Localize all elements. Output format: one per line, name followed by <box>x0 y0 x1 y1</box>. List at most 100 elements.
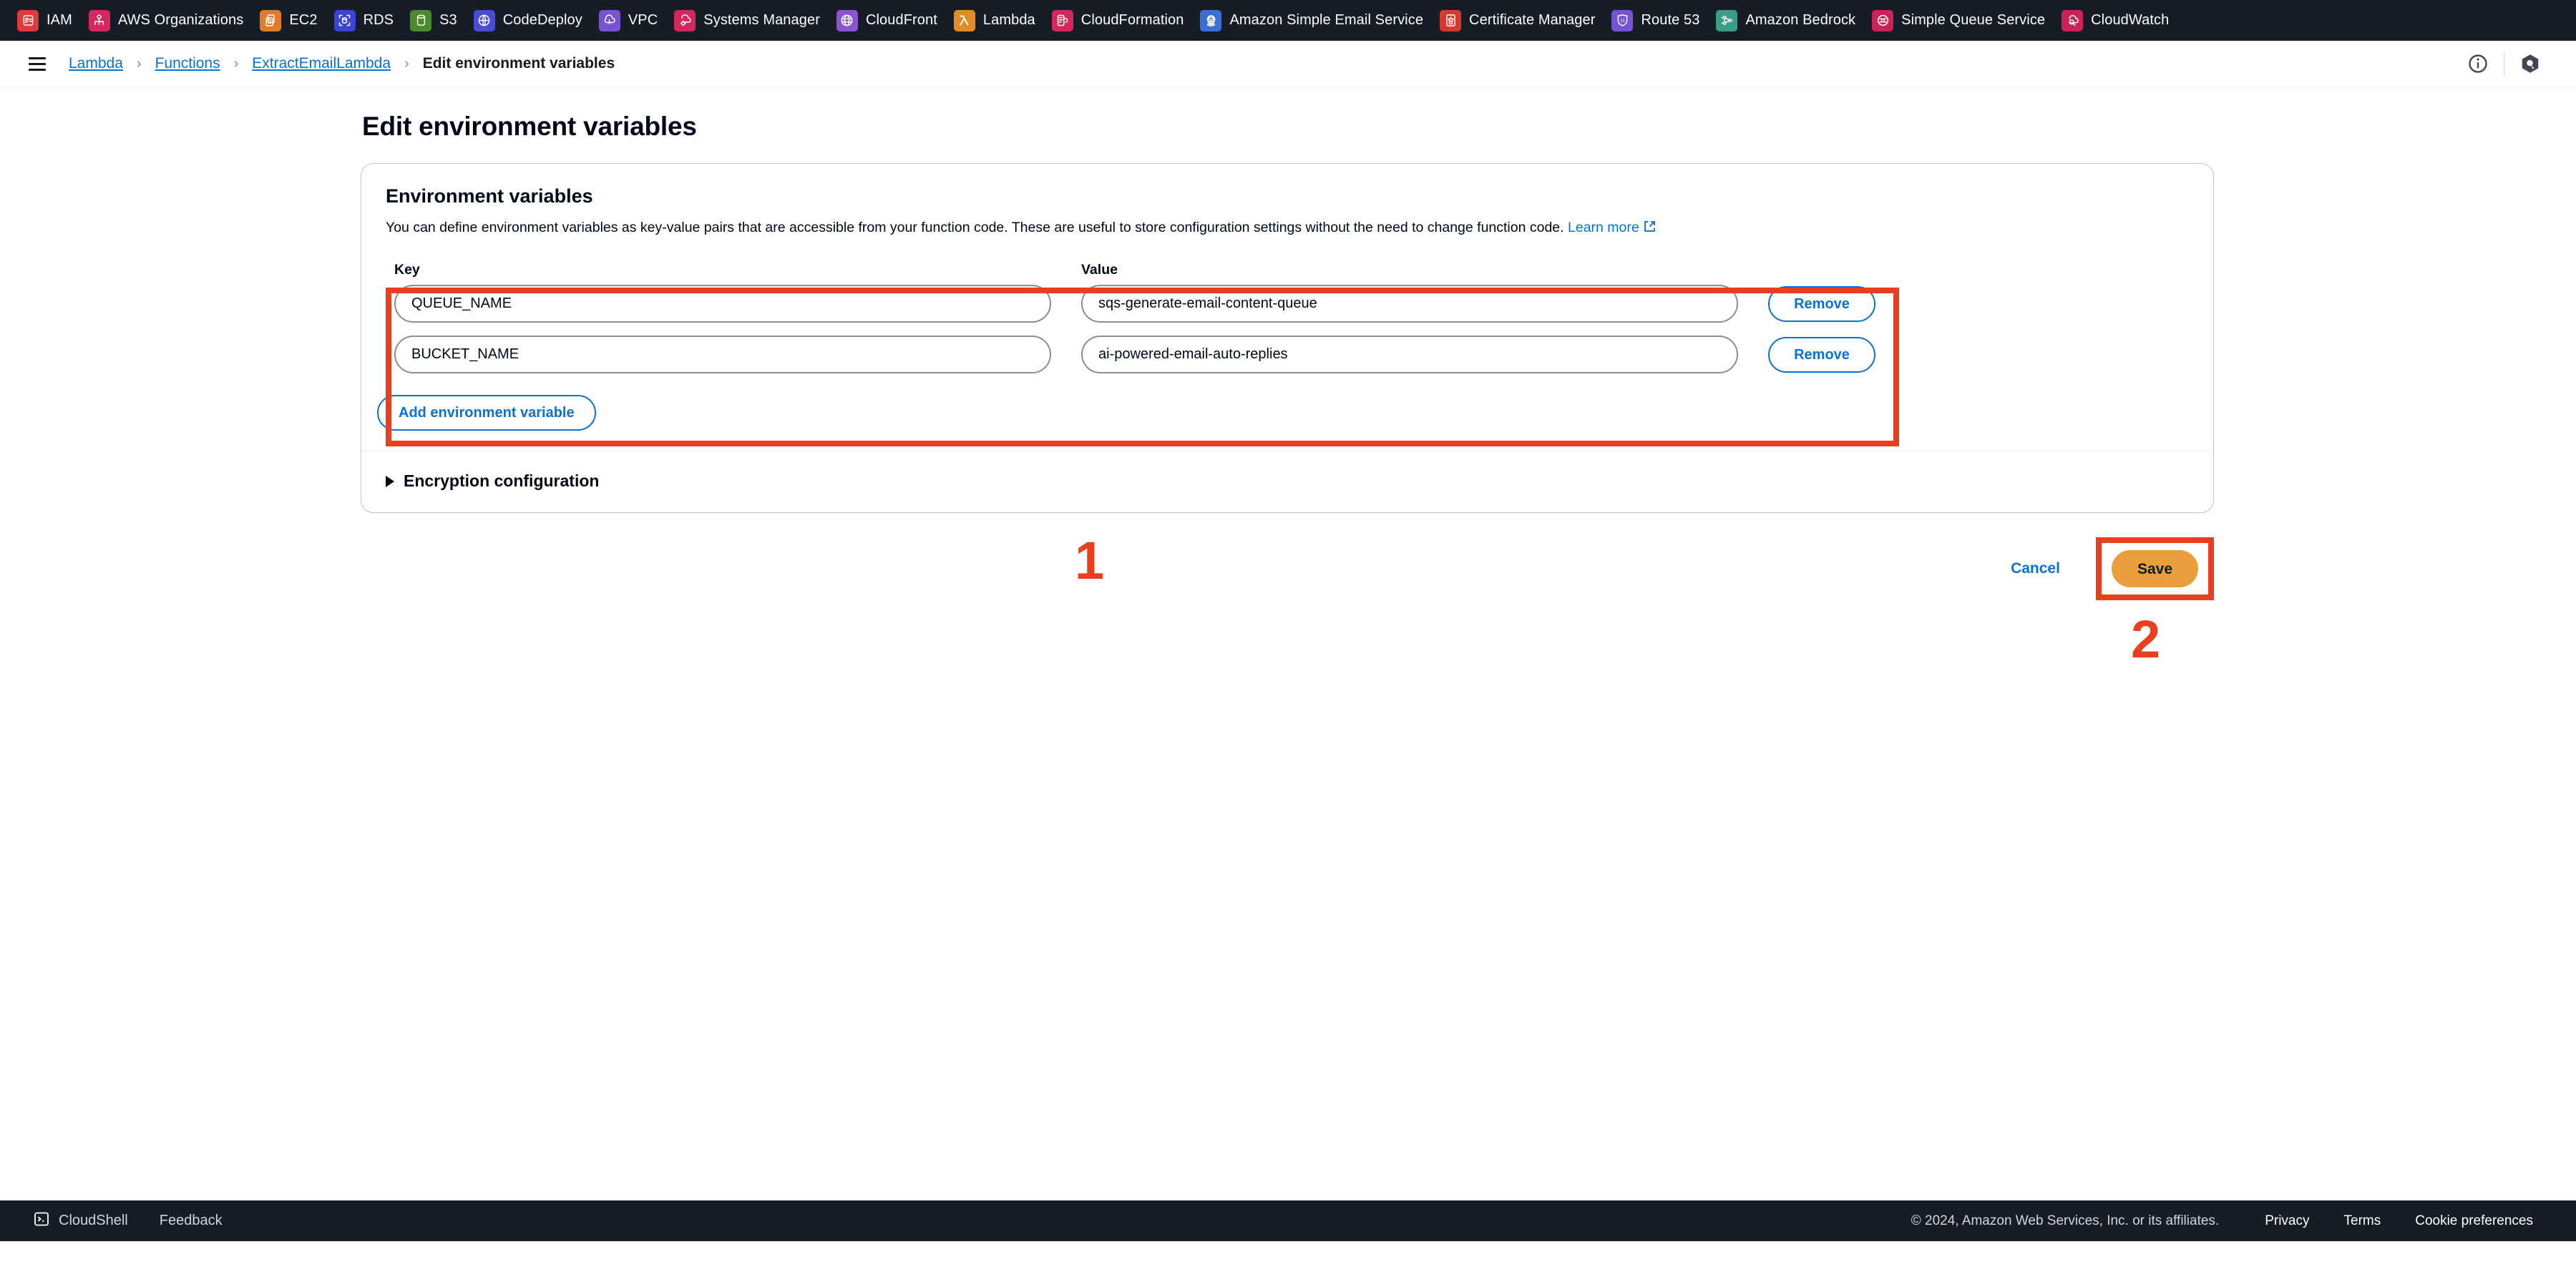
copyright-text: © 2024, Amazon Web Services, Inc. or its… <box>1911 1213 2220 1228</box>
svg-text:53: 53 <box>1621 19 1625 23</box>
service-link-aws-organizations[interactable]: AWS Organizations <box>82 6 253 35</box>
service-link-route-53[interactable]: 53 Route 53 <box>1604 6 1709 35</box>
remove-button[interactable]: Remove <box>1768 336 1875 373</box>
service-link-label: S3 <box>439 12 457 28</box>
annotation-step-2: 2 <box>2131 610 2161 669</box>
service-link-systems-manager[interactable]: Systems Manager <box>667 6 829 35</box>
terms-link[interactable]: Terms <box>2327 1209 2399 1233</box>
breadcrumb-item-functions[interactable]: Functions <box>155 55 220 72</box>
service-link-label: CloudFormation <box>1080 12 1184 28</box>
cookie-preferences-link[interactable]: Cookie preferences <box>2398 1209 2550 1233</box>
learn-more-label: Learn more <box>1568 220 1639 235</box>
vpc-icon <box>598 9 620 31</box>
panel-description-text: You can define environment variables as … <box>386 220 1564 235</box>
ses-icon <box>1200 9 1222 31</box>
breadcrumb-separator: › <box>404 55 409 72</box>
service-link-cloudformation[interactable]: CloudFormation <box>1045 6 1194 35</box>
terminal-icon <box>33 1210 50 1232</box>
form-actions: Cancel Save <box>361 513 2214 601</box>
service-link-label: Lambda <box>982 12 1035 28</box>
info-icon[interactable] <box>2459 45 2497 82</box>
footer-right: © 2024, Amazon Web Services, Inc. or its… <box>1911 1209 2550 1233</box>
rds-icon <box>333 9 356 31</box>
cancel-button[interactable]: Cancel <box>1995 552 2076 586</box>
kv-column-headers: Key Value <box>394 262 2170 278</box>
service-link-label: AWS Organizations <box>117 12 244 28</box>
chevron-right-icon <box>386 475 394 487</box>
service-link-vpc[interactable]: VPC <box>592 6 667 35</box>
service-link-cloudwatch[interactable]: CloudWatch <box>2054 6 2178 35</box>
breadcrumb-separator: › <box>136 55 142 72</box>
key-input[interactable] <box>394 285 1051 323</box>
hamburger-icon[interactable] <box>24 51 50 77</box>
service-link-label: RDS <box>363 12 394 28</box>
environment-variable-row: Remove <box>394 336 2170 374</box>
breadcrumb-bar: Lambda › Functions › ExtractEmailLambda › Edit… <box>0 41 2576 87</box>
breadcrumb-actions <box>2459 45 2549 82</box>
key-input[interactable] <box>394 336 1051 374</box>
service-link-label: Route 53 <box>1641 12 1700 28</box>
service-link-amazon-simple-email-service[interactable]: Amazon Simple Email Service <box>1193 6 1433 35</box>
cloudshell-button[interactable]: CloudShell <box>17 1206 144 1236</box>
column-header-key: Key <box>394 262 420 278</box>
service-link-lambda[interactable]: Lambda <box>947 6 1045 35</box>
encryption-configuration-section[interactable]: Encryption configuration <box>361 451 2213 512</box>
cloudshell-label: CloudShell <box>59 1213 128 1228</box>
feedback-button[interactable]: Feedback <box>144 1208 238 1233</box>
lambda-icon <box>953 9 975 31</box>
sqs-icon <box>1872 9 1894 31</box>
service-link-label: Amazon Bedrock <box>1745 12 1856 28</box>
amazon-q-icon[interactable] <box>2512 45 2549 82</box>
cloudfront-icon <box>836 9 858 31</box>
service-link-label: CloudWatch <box>2091 12 2170 28</box>
cloudwatch-icon <box>2062 9 2084 31</box>
breadcrumb: Lambda › Functions › ExtractEmailLambda › Edit… <box>69 55 615 72</box>
learn-more-link[interactable]: Learn more <box>1568 220 1657 235</box>
certificate-manager-icon <box>1440 9 1462 31</box>
column-header-value: Value <box>1081 262 1118 278</box>
service-link-ec2[interactable]: EC2 <box>253 6 326 35</box>
add-environment-variable-button[interactable]: Add environment variable <box>377 395 596 431</box>
service-link-label: Amazon Simple Email Service <box>1229 12 1424 28</box>
service-link-codedeploy[interactable]: CodeDeploy <box>467 6 592 35</box>
service-link-s3[interactable]: S3 <box>403 6 467 35</box>
codedeploy-icon <box>473 9 495 31</box>
service-link-label: Simple Queue Service <box>1901 12 2046 28</box>
key-value-area: Key Value Remove Remove <box>386 255 2189 447</box>
service-bookmark-bar: IAM AWS Organizations EC2 RDS S3 CodeDeploy VP… <box>0 0 2576 41</box>
save-button[interactable]: Save <box>2111 550 2198 588</box>
environment-variable-row: Remove <box>394 285 2170 323</box>
annotation-step-1: 1 <box>1075 531 1105 590</box>
service-link-label: EC2 <box>289 12 318 28</box>
iam-icon <box>17 9 39 31</box>
feedback-label: Feedback <box>159 1213 223 1228</box>
bedrock-icon <box>1716 9 1738 31</box>
organizations-icon <box>88 9 110 31</box>
breadcrumb-item-lambda[interactable]: Lambda <box>69 55 123 72</box>
page-container: Edit environment variables Environment v… <box>0 87 2576 1241</box>
add-variable-row: Add environment variable <box>361 392 2213 451</box>
privacy-link[interactable]: Privacy <box>2248 1209 2326 1233</box>
service-link-cloudfront[interactable]: CloudFront <box>829 6 947 35</box>
breadcrumb-separator: › <box>233 55 239 72</box>
service-link-simple-queue-service[interactable]: Simple Queue Service <box>1865 6 2054 35</box>
service-link-label: Certificate Manager <box>1469 12 1596 28</box>
panel-description: You can define environment variables as … <box>386 217 2189 239</box>
remove-button[interactable]: Remove <box>1768 285 1875 322</box>
breadcrumb-item-extractemaillambda[interactable]: ExtractEmailLambda <box>252 55 391 72</box>
service-link-label: Systems Manager <box>703 12 820 28</box>
route53-icon: 53 <box>1611 9 1634 31</box>
ec2-icon <box>260 9 282 31</box>
service-link-label: IAM <box>47 12 72 28</box>
systems-manager-icon <box>674 9 696 31</box>
service-link-label: CodeDeploy <box>502 12 582 28</box>
service-link-certificate-manager[interactable]: Certificate Manager <box>1433 6 1604 35</box>
service-link-label: VPC <box>628 12 658 28</box>
value-input[interactable] <box>1081 336 1738 374</box>
value-input[interactable] <box>1081 285 1738 323</box>
s3-icon <box>410 9 432 31</box>
service-link-rds[interactable]: RDS <box>327 6 404 35</box>
service-link-iam[interactable]: IAM <box>10 6 82 35</box>
service-link-amazon-bedrock[interactable]: Amazon Bedrock <box>1709 6 1865 35</box>
panel-title: Environment variables <box>386 185 593 207</box>
